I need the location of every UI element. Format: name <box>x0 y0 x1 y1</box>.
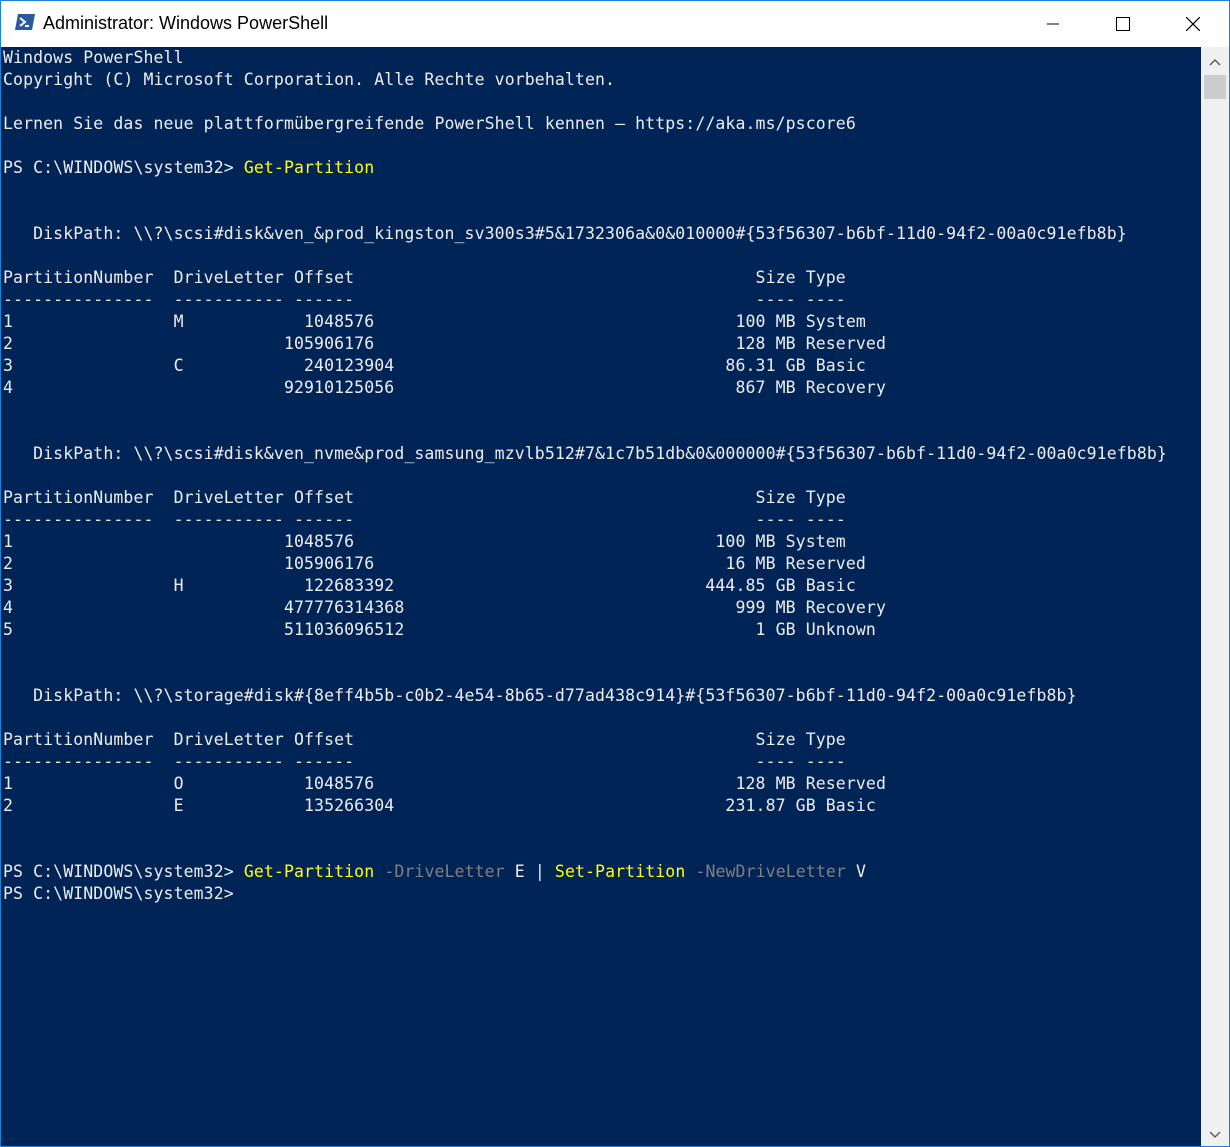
console-text: 2 E 135266304 231.87 GB Basic <box>3 796 876 815</box>
close-button[interactable] <box>1158 1 1228 47</box>
console-text: 1 1048576 100 MB System <box>3 532 846 551</box>
console-line: 4 92910125056 867 MB Recovery <box>3 377 1167 399</box>
minimize-icon <box>1047 18 1059 30</box>
scroll-down-button[interactable] <box>1201 1120 1229 1146</box>
console-text: PartitionNumber DriveLetter Offset Size … <box>3 268 846 287</box>
maximize-button[interactable] <box>1088 1 1158 47</box>
console-text: V <box>845 862 867 881</box>
window-title: Administrator: Windows PowerShell <box>43 13 329 33</box>
console-line: 5 511036096512 1 GB Unknown <box>3 619 1167 641</box>
console-line: Lernen Sie das neue plattformübergreifen… <box>3 113 1167 135</box>
minimize-button[interactable] <box>1018 1 1088 47</box>
console-line: 1 M 1048576 100 MB System <box>3 311 1167 333</box>
console-line: PS C:\WINDOWS\system32> Get-Partition <box>3 157 1167 179</box>
console-line: --------------- ----------- ------ ---- … <box>3 509 1167 531</box>
console-text: 4 477776314368 999 MB Recovery <box>3 598 886 617</box>
console-line: PS C:\WINDOWS\system32> Get-Partition -D… <box>3 861 1167 883</box>
console-text: --------------- ----------- ------ ---- … <box>3 752 846 771</box>
command-token: Set-Partition <box>554 862 686 881</box>
console-output[interactable]: Windows PowerShell Copyright (C) Microsof… <box>1 47 1201 1146</box>
console-text: PS C:\WINDOWS\system32> <box>3 158 244 177</box>
console-text: DiskPath: \\?\scsi#disk&ven_&prod_kingst… <box>3 224 1127 243</box>
console-line: Windows PowerShell <box>3 47 1167 69</box>
console-line: 1 O 1048576 128 MB Reserved <box>3 773 1167 795</box>
console-text: --------------- ----------- ------ ---- … <box>3 510 846 529</box>
console-line: PS C:\WINDOWS\system32> <box>3 883 1167 905</box>
console-text: 3 C 240123904 86.31 GB Basic <box>3 356 866 375</box>
console-line: --------------- ----------- ------ ---- … <box>3 751 1167 773</box>
console-text: E <box>504 862 535 881</box>
console-line: Copyright (C) Microsoft Corporation. All… <box>3 69 1167 91</box>
console-text: PS C:\WINDOWS\system32> <box>3 862 244 881</box>
console-text: 2 105906176 128 MB Reserved <box>3 334 886 353</box>
console-line: 1 1048576 100 MB System <box>3 531 1167 553</box>
console-line: PartitionNumber DriveLetter Offset Size … <box>3 729 1167 751</box>
console-text: Copyright (C) Microsoft Corporation. All… <box>3 70 616 89</box>
maximize-icon <box>1116 17 1130 31</box>
powershell-icon <box>15 14 35 30</box>
close-icon <box>1186 17 1200 31</box>
console-line: 4 477776314368 999 MB Recovery <box>3 597 1167 619</box>
console-line: 3 H 122683392 444.85 GB Basic <box>3 575 1167 597</box>
console-line: --------------- ----------- ------ ---- … <box>3 289 1167 311</box>
parameter-token: -NewDriveLetter <box>695 862 846 881</box>
console-text: PartitionNumber DriveLetter Offset Size … <box>3 488 846 507</box>
console-text: PS C:\WINDOWS\system32> <box>3 884 234 903</box>
console-text: Lernen Sie das neue plattformübergreifen… <box>3 114 856 133</box>
parameter-token: -DriveLetter <box>384 862 505 881</box>
command-token: Get-Partition <box>243 158 375 177</box>
console-text: PartitionNumber DriveLetter Offset Size … <box>3 730 846 749</box>
powershell-window: Administrator: Windows PowerShell Window… <box>0 0 1230 1147</box>
console-text: --------------- ----------- ------ ---- … <box>3 290 846 309</box>
console-text: 2 105906176 16 MB Reserved <box>3 554 866 573</box>
console-line: 2 105906176 16 MB Reserved <box>3 553 1167 575</box>
console-line: DiskPath: \\?\storage#disk#{8eff4b5b-c0b… <box>3 685 1167 707</box>
console-lines: Windows PowerShell Copyright (C) Microsof… <box>3 47 1167 905</box>
console-line: DiskPath: \\?\scsi#disk&ven_&prod_kingst… <box>3 223 1167 245</box>
scroll-down-arrow-icon <box>1209 1124 1221 1143</box>
console-text: Windows PowerShell <box>3 48 184 67</box>
pipe-operator: | <box>534 862 545 881</box>
console-text: 4 92910125056 867 MB Recovery <box>3 378 886 397</box>
command-token: Get-Partition <box>243 862 375 881</box>
console-text: DiskPath: \\?\scsi#disk&ven_nvme&prod_sa… <box>3 444 1167 463</box>
console-line: PartitionNumber DriveLetter Offset Size … <box>3 487 1167 509</box>
title-bar[interactable]: Administrator: Windows PowerShell <box>1 1 1229 47</box>
console-text: 1 O 1048576 128 MB Reserved <box>3 774 886 793</box>
console-line: DiskPath: \\?\scsi#disk&ven_nvme&prod_sa… <box>3 443 1167 465</box>
console-line: 2 E 135266304 231.87 GB Basic <box>3 795 1167 817</box>
console-text: 5 511036096512 1 GB Unknown <box>3 620 876 639</box>
console-line: 2 105906176 128 MB Reserved <box>3 333 1167 355</box>
scroll-up-arrow-icon <box>1209 51 1221 70</box>
console-text: DiskPath: \\?\storage#disk#{8eff4b5b-c0b… <box>3 686 1077 705</box>
vertical-scrollbar[interactable] <box>1201 47 1229 1146</box>
console-text: 1 M 1048576 100 MB System <box>3 312 866 331</box>
console-line: PartitionNumber DriveLetter Offset Size … <box>3 267 1167 289</box>
console-text: 3 H 122683392 444.85 GB Basic <box>3 576 856 595</box>
scroll-up-button[interactable] <box>1201 47 1229 73</box>
console-line: 3 C 240123904 86.31 GB Basic <box>3 355 1167 377</box>
scroll-thumb[interactable] <box>1204 75 1226 99</box>
